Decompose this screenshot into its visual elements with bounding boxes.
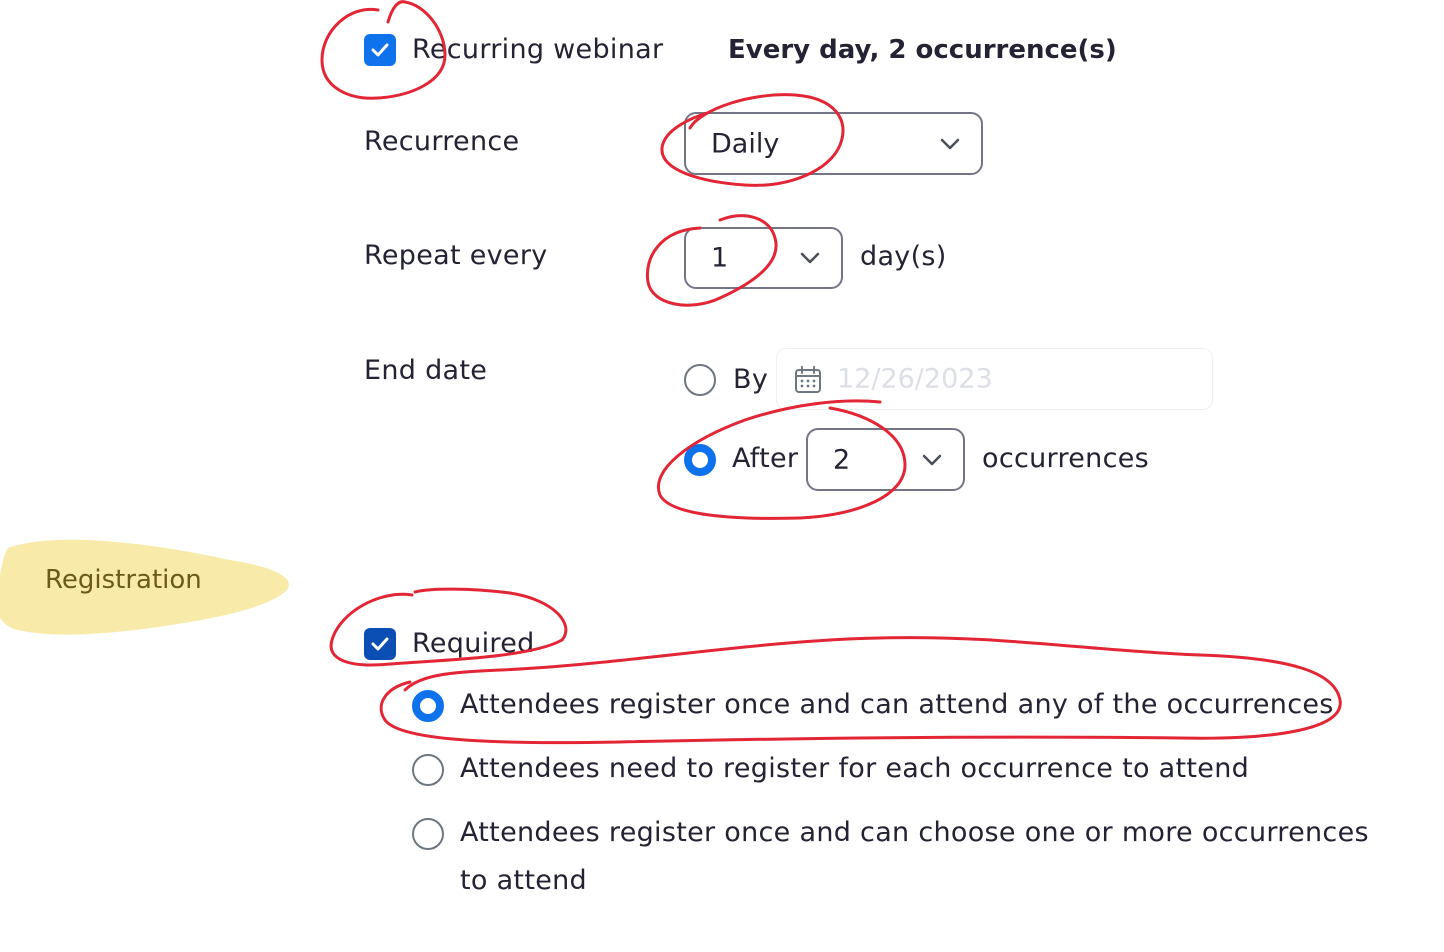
recurrence-select-value: Daily	[711, 128, 780, 159]
repeat-every-select-value: 1	[711, 242, 729, 274]
calendar-icon	[795, 366, 821, 393]
end-by-label[interactable]: By	[733, 366, 768, 393]
check-icon	[371, 637, 389, 651]
repeat-every-label: Repeat every	[364, 240, 548, 271]
repeat-every-unit: day(s)	[860, 241, 947, 272]
end-after-radio[interactable]	[684, 444, 716, 476]
check-icon	[371, 43, 389, 57]
repeat-every-select[interactable]: 1	[684, 227, 843, 289]
end-date-label: End date	[364, 355, 488, 386]
registration-option-label[interactable]: Attendees need to register for each occu…	[460, 755, 1249, 782]
occurrences-select[interactable]: 2	[806, 428, 965, 491]
registration-title: Registration	[45, 565, 202, 595]
recurrence-label: Recurrence	[364, 126, 520, 157]
occurrences-unit: occurrences	[982, 443, 1150, 474]
end-by-radio[interactable]	[684, 364, 716, 396]
registration-option-radio[interactable]	[412, 754, 444, 786]
occurrences-select-value: 2	[833, 444, 851, 475]
registration-option-label[interactable]: Attendees register once and can choose o…	[460, 819, 1369, 846]
registration-option-label[interactable]: Attendees register once and can attend a…	[460, 691, 1334, 718]
chevron-down-icon	[940, 138, 960, 149]
end-date-input[interactable]: 12/26/2023	[776, 348, 1213, 410]
recurrence-summary: Every day, 2 occurrence(s)	[728, 35, 1117, 65]
chevron-down-icon	[922, 454, 942, 465]
recurring-webinar-label[interactable]: Recurring webinar	[412, 36, 663, 63]
recurrence-select[interactable]: Daily	[684, 112, 983, 175]
registration-option-radio[interactable]	[412, 690, 444, 722]
chevron-down-icon	[800, 252, 820, 264]
registration-required-label[interactable]: Required	[412, 630, 535, 657]
end-after-label[interactable]: After	[732, 445, 798, 472]
registration-option-label-continued[interactable]: to attend	[460, 867, 587, 894]
registration-option-radio[interactable]	[412, 818, 444, 850]
end-date-value: 12/26/2023	[837, 363, 993, 395]
registration-required-checkbox[interactable]	[364, 628, 396, 660]
recurring-webinar-checkbox[interactable]	[364, 34, 396, 66]
